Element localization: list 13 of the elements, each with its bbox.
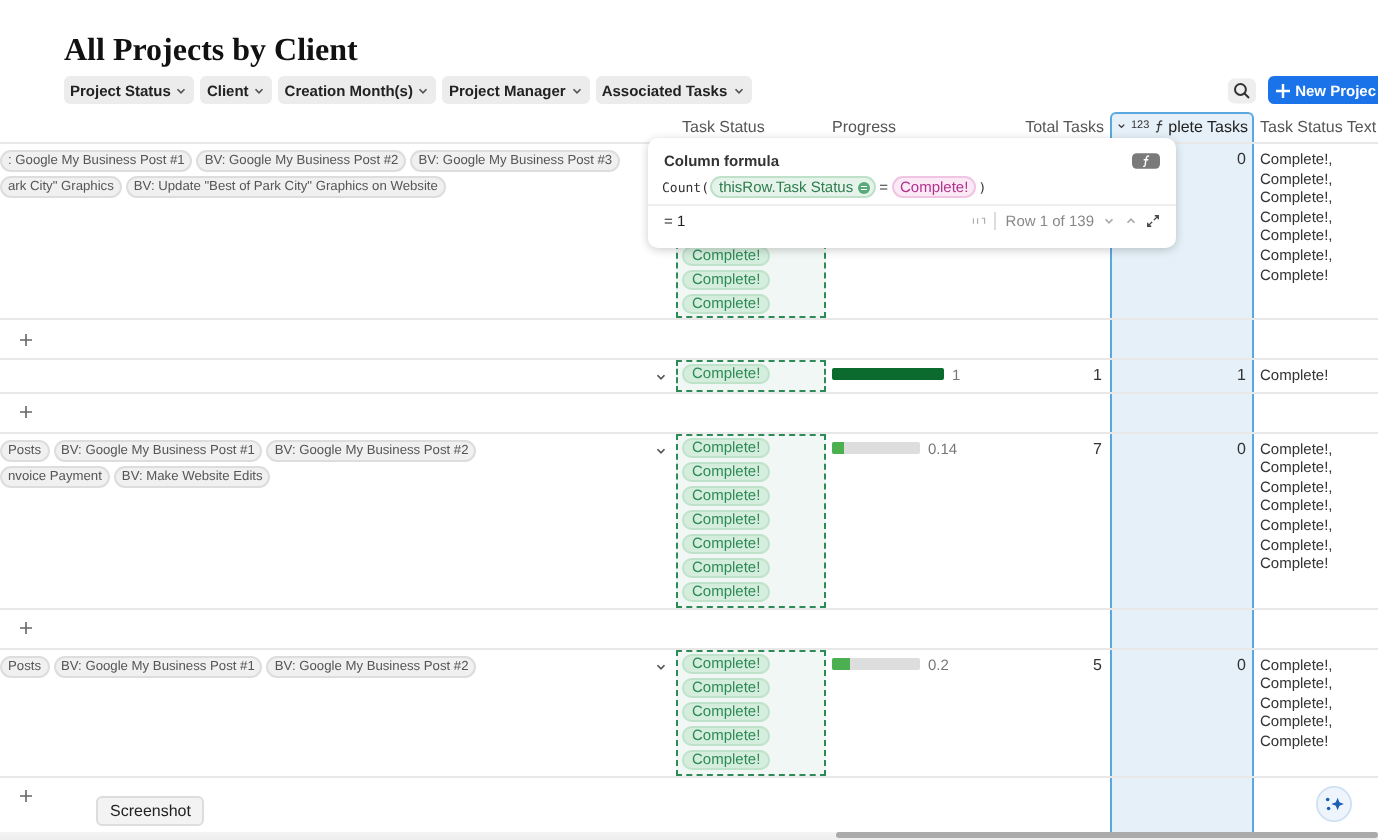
total-tasks-value: 7 (1093, 439, 1102, 458)
complete-tasks-value: 0 (1237, 439, 1246, 458)
tooltip: Screenshot (96, 796, 205, 826)
column-header[interactable]: Total Tasks (1024, 110, 1110, 142)
complete-tasks-value: 0 (1237, 150, 1246, 168)
column-header[interactable]: Task Status Text (1254, 110, 1378, 142)
page-title: All Projects by Client (62, 32, 360, 70)
complete-tasks-value: 0 (1237, 655, 1246, 674)
column-header[interactable]: Task Status (676, 110, 826, 142)
total-tasks-value: 1 (1093, 366, 1102, 384)
complete-tasks-value: 1 (1237, 366, 1246, 384)
total-tasks-value: 5 (1093, 655, 1102, 674)
column-header[interactable]: Progress (826, 110, 1024, 142)
